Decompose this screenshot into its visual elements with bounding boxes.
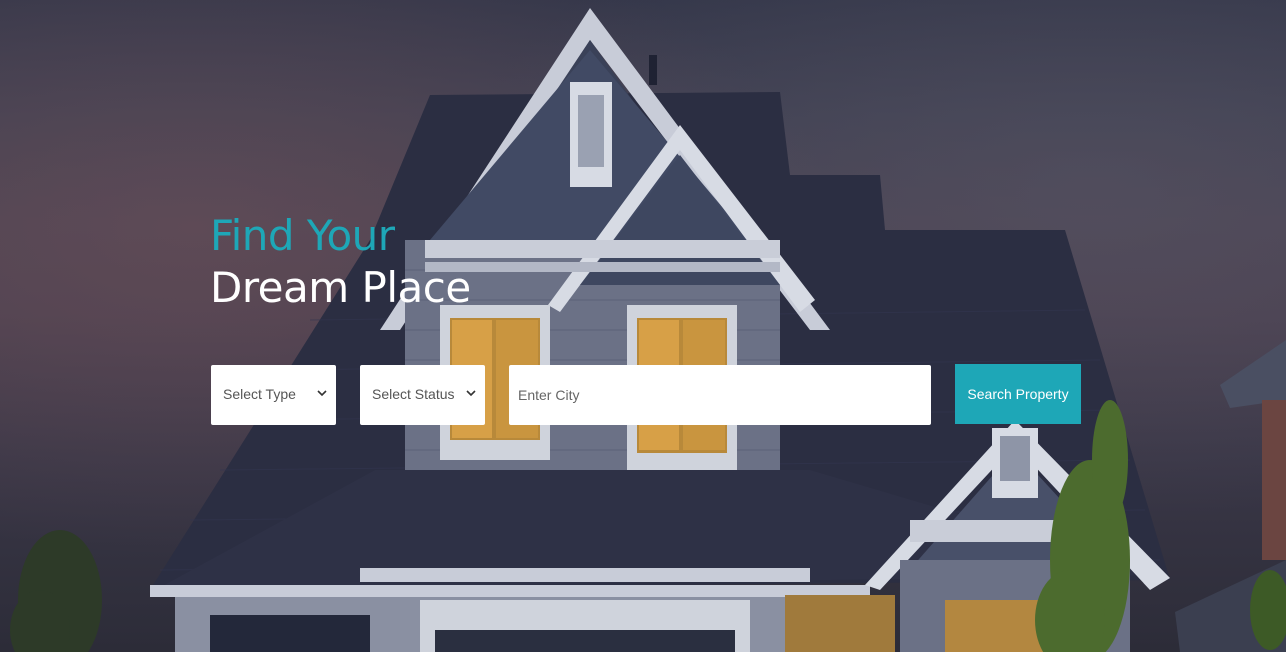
hero-headline: Find Your Dream Place (210, 210, 471, 314)
hero-section: Find Your Dream Place Select Type Select… (0, 0, 1286, 652)
status-select[interactable]: Select Status (360, 365, 485, 425)
type-select[interactable]: Select Type (211, 365, 336, 425)
house-background-image (0, 0, 1286, 652)
chevron-down-icon (317, 390, 327, 397)
status-select-value: Select Status (372, 386, 455, 402)
chevron-down-icon (466, 390, 476, 397)
headline-line-find-your: Find Your (210, 211, 395, 260)
search-property-button[interactable]: Search Property (955, 364, 1081, 424)
type-select-value: Select Type (223, 386, 296, 402)
headline-line-dream-place: Dream Place (210, 263, 471, 312)
city-input[interactable] (509, 365, 931, 425)
